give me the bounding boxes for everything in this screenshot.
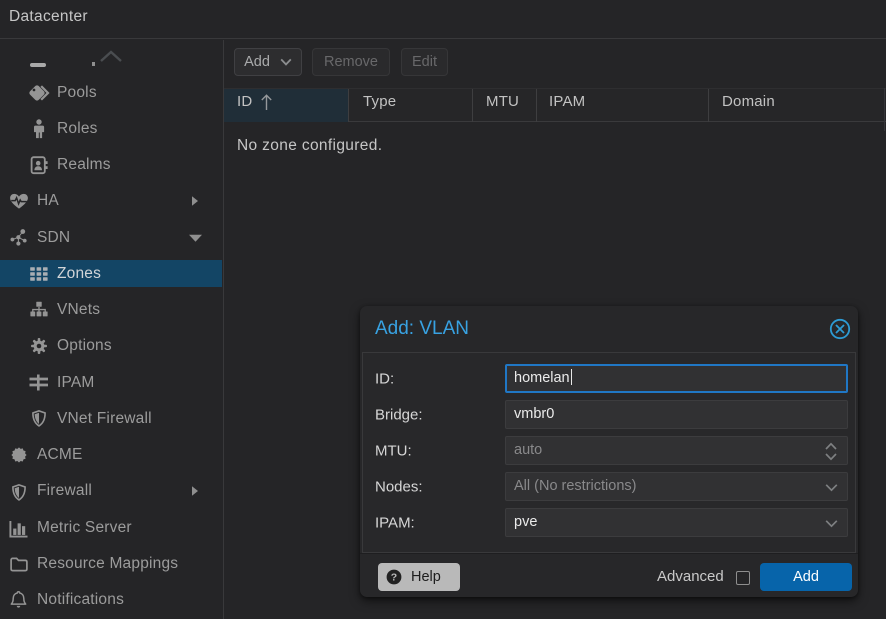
svg-text:?: ? — [391, 572, 397, 584]
